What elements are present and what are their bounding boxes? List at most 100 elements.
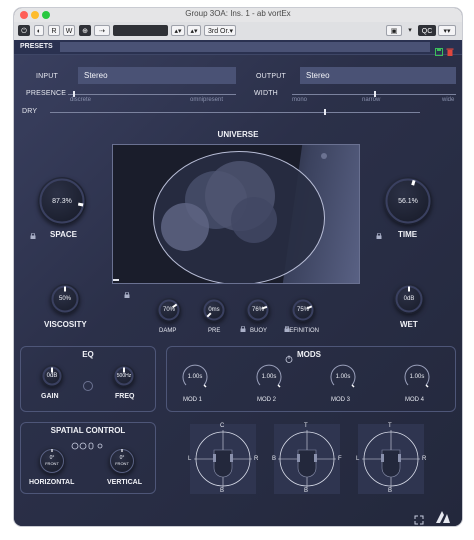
preset-up-down-button[interactable]: ▴▾ <box>171 25 185 36</box>
presets-field[interactable] <box>60 42 430 52</box>
scope-top-label: C <box>220 423 225 429</box>
mods-power-icon[interactable] <box>285 350 293 363</box>
horizontal-label: HORIZONTAL <box>29 479 75 486</box>
buoy-knob[interactable]: 76% <box>246 298 270 322</box>
scope-top-label: T <box>388 423 392 429</box>
horizontal-knob[interactable]: 0° FRONT <box>39 448 65 474</box>
time-label: TIME <box>398 230 418 239</box>
viscosity-label: VISCOSITY <box>44 320 87 329</box>
scope-bottom-label: B <box>220 488 225 494</box>
space-lock-icon[interactable] <box>30 226 36 239</box>
wet-value: 0dB <box>403 296 415 302</box>
mod-4-label: MOD 4 <box>405 397 425 403</box>
space-value: 87.3% <box>52 197 72 205</box>
universe-marker <box>113 279 119 281</box>
space-knob[interactable]: 87.3% <box>38 177 86 225</box>
space-label: SPACE <box>50 230 77 239</box>
mod-4-knob[interactable]: 1.00s <box>403 363 431 391</box>
universe-lock-icon[interactable] <box>124 285 130 298</box>
definition-label: DEFINITION <box>285 328 319 334</box>
chevron-down-icon: ▾ <box>229 28 233 35</box>
buoy-lock-icon[interactable] <box>240 319 246 332</box>
width-min-label: mono <box>292 97 308 103</box>
scope-2: T B F B <box>270 423 344 494</box>
plugin-body: PRESETS INPUT Stereo OUTPUT Stereo PRESE… <box>14 40 462 526</box>
width-mid-label: narrow <box>362 97 381 103</box>
scope-graphic <box>194 430 252 488</box>
damp-label: DAMP <box>159 328 177 334</box>
eq-gain-knob[interactable]: 0dB <box>41 365 63 387</box>
input-select[interactable]: Stereo <box>78 67 236 84</box>
reflection-blob <box>231 197 277 243</box>
mod-2-knob[interactable]: 1.00s <box>255 363 283 391</box>
output-select[interactable]: Stereo <box>300 67 456 84</box>
eq-title: EQ <box>82 350 94 359</box>
fullscreen-icon[interactable] <box>414 512 424 525</box>
mod-3-knob[interactable]: 1.00s <box>329 363 357 391</box>
pre-knob[interactable]: 0ms <box>202 298 226 322</box>
presets-bar: PRESETS <box>14 40 462 56</box>
damp-knob[interactable]: 70% <box>157 298 181 322</box>
window-title: Group 3OA: Ins. 1 - ab vortEx <box>185 9 291 18</box>
spatial-mode-icons[interactable] <box>71 437 105 450</box>
eq-gain-value: 0dB <box>46 373 58 379</box>
presets-label: PRESETS <box>20 43 53 50</box>
power-button[interactable]: ⏻ <box>18 25 30 36</box>
scope-right-label: R <box>254 456 259 462</box>
eq-link-toggle[interactable] <box>83 381 93 391</box>
time-knob[interactable]: 56.1% <box>384 177 432 225</box>
output-label: OUTPUT <box>256 73 286 80</box>
presence-label: PRESENCE <box>26 90 67 97</box>
mod-3-label: MOD 3 <box>331 397 351 403</box>
preset-browser-field[interactable] <box>113 25 168 36</box>
scope-left-label: B <box>272 456 277 462</box>
delete-preset-icon[interactable] <box>446 43 454 56</box>
width-max-label: wide <box>442 97 455 103</box>
preset-next-button[interactable]: ▴▾ <box>187 25 201 36</box>
universe-title: UNIVERSE <box>217 130 259 139</box>
input-label: INPUT <box>36 73 58 80</box>
wet-knob[interactable]: 0dB <box>394 284 424 314</box>
eq-panel: EQ 0dB GAIN 500Hz FREQ <box>20 346 156 412</box>
scope-bottom-label: B <box>304 488 309 494</box>
definition-knob[interactable]: 75% <box>291 298 315 322</box>
read-automation-button[interactable]: R <box>48 25 60 36</box>
write-automation-button[interactable]: W <box>63 25 75 36</box>
presence-track <box>68 94 236 95</box>
buoy-label: BUOY <box>250 328 268 334</box>
scope-graphic <box>362 430 420 488</box>
qc-button[interactable]: QC <box>418 25 436 36</box>
presence-max-label: omnipresent <box>190 97 224 103</box>
camera-dropdown[interactable]: ▾ <box>406 25 414 36</box>
scope-bottom-label: B <box>388 488 393 494</box>
viscosity-knob[interactable]: 50% <box>50 284 80 314</box>
vertical-knob[interactable]: 0° FRONT <box>109 448 135 474</box>
sidechain-button[interactable]: ⇢ <box>94 25 110 36</box>
vertical-sub: FRONT <box>115 461 129 466</box>
brand-logo <box>434 508 452 524</box>
presence-min-label: discrete <box>70 97 92 103</box>
scope-left-label: L <box>356 456 360 462</box>
definition-lock-icon[interactable] <box>284 319 290 332</box>
mod-value: 1.00s <box>409 374 425 380</box>
pre-value: 0ms <box>208 307 220 313</box>
title-bar: Group 3OA: Ins. 1 - ab vortEx <box>14 8 462 22</box>
horizontal-sub: FRONT <box>45 461 59 466</box>
bypass-fx-button[interactable]: ◐ <box>34 25 44 36</box>
camera-button[interactable]: ▣ <box>386 25 402 36</box>
mod-1-knob[interactable]: 1.00s <box>181 363 209 391</box>
dry-slider-thumb[interactable] <box>323 109 326 115</box>
mod-value: 1.00s <box>335 374 351 380</box>
eq-freq-knob[interactable]: 500Hz <box>113 365 135 387</box>
mod-1-label: MOD 1 <box>183 397 203 403</box>
settings-menu-button[interactable]: ▾▾ <box>438 25 456 36</box>
dry-label: DRY <box>22 108 38 115</box>
bypass-button[interactable]: ⊕ <box>79 25 91 36</box>
buoy-value: 76% <box>251 307 264 313</box>
universe-display[interactable] <box>112 144 360 284</box>
mods-panel: MODS 1.00s MOD 1 1.00s MOD 2 1.00s MOD 3 1.00s… <box>166 346 456 412</box>
order-select[interactable]: 3rd Or. ▾ <box>204 25 236 36</box>
time-lock-icon[interactable] <box>376 226 382 239</box>
source-dot[interactable] <box>321 153 327 159</box>
save-preset-icon[interactable] <box>435 43 443 56</box>
